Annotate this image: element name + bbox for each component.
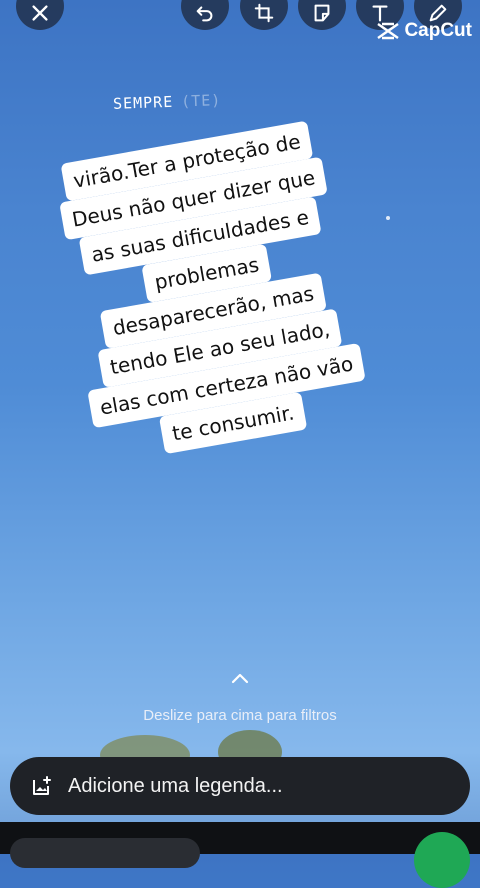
capcut-logo-icon (377, 22, 400, 40)
sticker-icon (314, 4, 330, 22)
capcut-watermark: CapCut (376, 20, 472, 42)
handwritten-faint: (TE) (180, 91, 222, 111)
handwritten-word: SEMPRE (112, 92, 174, 113)
sky-speck (386, 216, 390, 220)
chevron-up-icon (231, 673, 249, 684)
close-icon (32, 5, 48, 21)
crop-rotate-button[interactable] (240, 0, 288, 30)
close-button[interactable] (16, 0, 64, 30)
crop-rotate-icon (254, 3, 274, 23)
send-button[interactable] (414, 832, 470, 888)
sticker-button[interactable] (298, 0, 346, 30)
capcut-label: CapCut (404, 20, 472, 41)
caption-placeholder: Adicione uma legenda... (68, 774, 283, 797)
quote-text-sticker[interactable]: virão.Ter a proteção de Deus não quer di… (16, 113, 404, 471)
handwritten-text: SEMPRE (TE) (113, 91, 222, 113)
recipient-chip[interactable] (10, 838, 200, 868)
caption-input[interactable]: Adicione uma legenda... (10, 757, 470, 815)
tree-tops-image (100, 730, 282, 760)
undo-button[interactable] (181, 0, 229, 30)
undo-icon (196, 6, 213, 22)
add-image-icon (33, 776, 51, 795)
